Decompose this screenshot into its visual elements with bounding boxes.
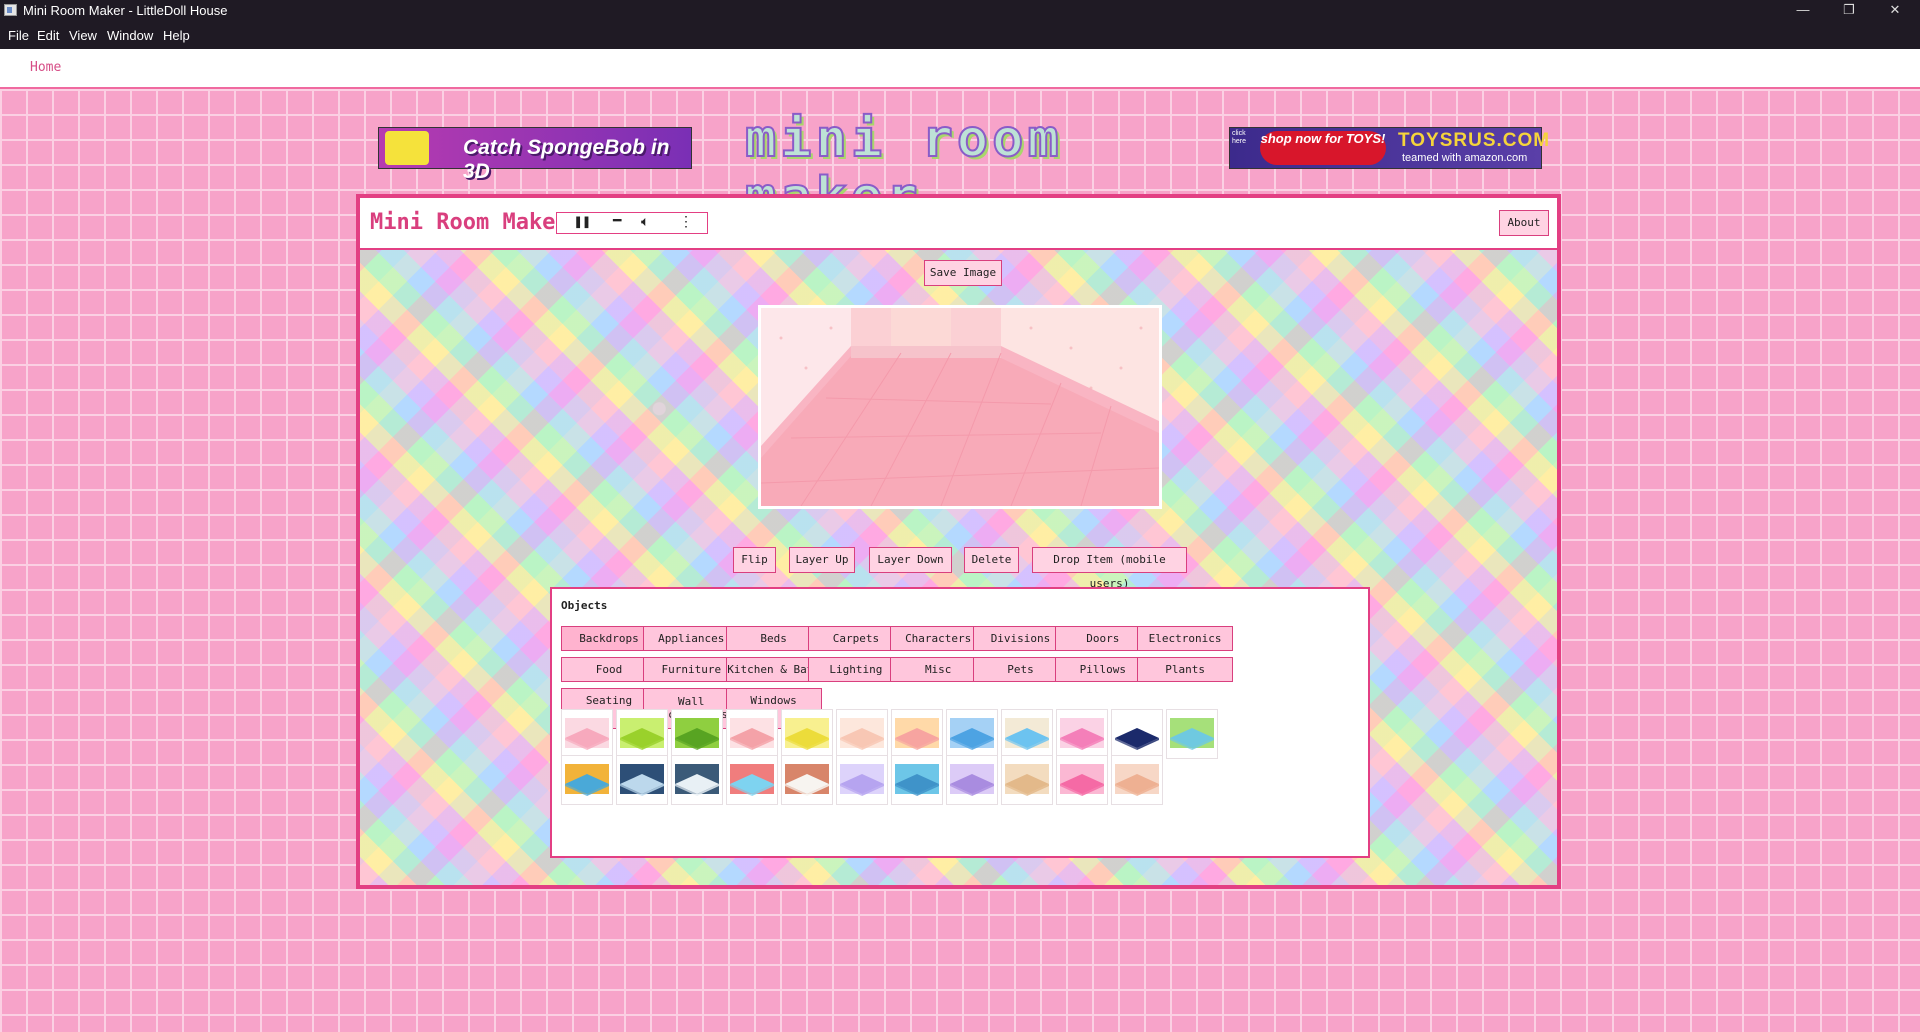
backdrop-preview bbox=[1115, 718, 1159, 750]
backdrop-preview bbox=[675, 764, 719, 796]
backdrop-thumb-beach[interactable] bbox=[1001, 709, 1053, 759]
more-vertical-icon[interactable]: ⋮ bbox=[679, 214, 693, 230]
pause-icon[interactable]: ❚❚ bbox=[574, 214, 591, 230]
volume-icon[interactable]: 🔈︎ bbox=[641, 214, 649, 230]
menu-file[interactable]: File bbox=[8, 28, 29, 43]
about-button[interactable]: About bbox=[1499, 210, 1549, 236]
backdrop-preview bbox=[895, 718, 939, 750]
backdrop-thumb-blue-stripes[interactable] bbox=[891, 755, 943, 805]
room-illustration bbox=[761, 308, 1159, 506]
layer-up-button[interactable]: Layer Up bbox=[789, 547, 855, 573]
backdrop-preview bbox=[1005, 718, 1049, 750]
backdrop-preview bbox=[620, 764, 664, 796]
backdrop-thumb-candy-room[interactable] bbox=[891, 709, 943, 759]
backdrop-thumb-rainbow[interactable] bbox=[726, 755, 778, 805]
backdrop-preview bbox=[675, 718, 719, 750]
backdrop-thumb-salmon[interactable] bbox=[1111, 755, 1163, 805]
backdrop-thumb-pink-room[interactable] bbox=[561, 709, 613, 759]
backdrop-thumb-yellow-field[interactable] bbox=[781, 709, 833, 759]
backdrop-preview bbox=[785, 718, 829, 750]
backdrop-thumb-night-sky[interactable] bbox=[1111, 709, 1163, 759]
category-electronics[interactable]: Electronics bbox=[1137, 626, 1234, 651]
backdrop-preview bbox=[840, 764, 884, 796]
menu-edit[interactable]: Edit bbox=[37, 28, 59, 43]
app-title: Mini Room Maker bbox=[370, 210, 569, 235]
backdrop-preview bbox=[565, 718, 609, 750]
backdrop-thumb-snow-hills[interactable] bbox=[671, 755, 723, 805]
app-frame: Mini Room Maker ❚❚ ━ 🔈︎ ⋮ About Save Ima… bbox=[356, 194, 1561, 889]
delete-button[interactable]: Delete bbox=[964, 547, 1019, 573]
home-link[interactable]: Home bbox=[30, 60, 61, 75]
backdrop-thumb-pink-pond[interactable] bbox=[726, 709, 778, 759]
backdrop-thumb-pink-tile[interactable] bbox=[1056, 709, 1108, 759]
backdrop-thumb-peach-room[interactable] bbox=[836, 709, 888, 759]
backdrop-preview bbox=[785, 764, 829, 796]
app-icon bbox=[4, 4, 17, 16]
site-logo: mini room maker bbox=[744, 109, 1063, 227]
spongebob-ad-banner[interactable]: Catch SpongeBob in 3D bbox=[378, 127, 692, 183]
backdrop-preview bbox=[1005, 764, 1049, 796]
backdrop-preview bbox=[1060, 764, 1104, 796]
music-player: ❚❚ ━ 🔈︎ ⋮ bbox=[556, 212, 708, 234]
backdrop-preview bbox=[1060, 718, 1104, 750]
room-canvas[interactable] bbox=[758, 305, 1162, 509]
backdrop-thumb-lavender[interactable] bbox=[836, 755, 888, 805]
backdrop-preview bbox=[895, 764, 939, 796]
toysrus-ad-banner[interactable]: click here shop now for TOYS! TOYSRUS.CO… bbox=[1229, 127, 1549, 169]
backdrop-thumb-blue-pool[interactable] bbox=[946, 709, 998, 759]
backdrop-thumb-kitchen[interactable] bbox=[781, 755, 833, 805]
restore-button[interactable]: ❐ bbox=[1826, 0, 1872, 22]
backdrop-thumb-sunset-beach[interactable] bbox=[561, 755, 613, 805]
backdrop-thumb-tan-room[interactable] bbox=[1001, 755, 1053, 805]
objects-panel: Objects Backdrops Appliances Beds Carpets Ch… bbox=[550, 587, 1370, 858]
minimize-button[interactable]: — bbox=[1780, 0, 1826, 22]
save-image-button[interactable]: Save Image bbox=[924, 260, 1002, 286]
objects-label: Objects bbox=[561, 599, 608, 612]
backdrop-preview bbox=[730, 718, 774, 750]
category-plants[interactable]: Plants bbox=[1137, 657, 1234, 682]
menu-view[interactable]: View bbox=[69, 28, 97, 43]
backdrop-thumb-ice[interactable] bbox=[616, 755, 668, 805]
backdrop-preview bbox=[840, 718, 884, 750]
menu-help[interactable]: Help bbox=[163, 28, 190, 43]
menu-bar: File Edit View Window Help bbox=[0, 22, 1920, 49]
backdrop-thumb-grass-lime[interactable] bbox=[616, 709, 668, 759]
spongebob-icon bbox=[385, 131, 429, 165]
backdrop-preview bbox=[565, 764, 609, 796]
backdrop-thumb-grass-green[interactable] bbox=[671, 709, 723, 759]
site-nav: Home bbox=[0, 49, 1920, 89]
shop-now-text: shop now for TOYS! bbox=[1260, 131, 1386, 165]
layer-down-button[interactable]: Layer Down bbox=[869, 547, 952, 573]
minus-icon[interactable]: ━ bbox=[613, 213, 621, 229]
window-title: Mini Room Maker - LittleDoll House bbox=[23, 3, 228, 18]
backdrop-preview bbox=[950, 764, 994, 796]
backdrop-thumb-hot-pink[interactable] bbox=[1056, 755, 1108, 805]
toysrus-brand-text: TOYSRUS.COM bbox=[1398, 130, 1551, 151]
spongebob-ad-text: Catch SpongeBob in 3D bbox=[463, 136, 670, 183]
flip-button[interactable]: Flip bbox=[733, 547, 776, 573]
click-here-text: click here bbox=[1232, 130, 1247, 145]
amazon-teamed-text: teamed with amazon.com bbox=[1402, 152, 1528, 164]
window-titlebar: Mini Room Maker - LittleDoll House — ❐ ✕ bbox=[0, 0, 1920, 22]
menu-window[interactable]: Window bbox=[107, 28, 153, 43]
backdrop-thumb-purple-dots[interactable] bbox=[946, 755, 998, 805]
backdrop-preview bbox=[730, 764, 774, 796]
app-header: Mini Room Maker ❚❚ ━ 🔈︎ ⋮ About bbox=[360, 198, 1557, 250]
backdrop-thumb-island[interactable] bbox=[1166, 709, 1218, 759]
backdrop-preview bbox=[1115, 764, 1159, 796]
drop-item-button[interactable]: Drop Item (mobile users) bbox=[1032, 547, 1187, 590]
close-button[interactable]: ✕ bbox=[1872, 0, 1918, 22]
backdrop-preview bbox=[620, 718, 664, 750]
backdrop-preview bbox=[1170, 718, 1214, 750]
backdrop-preview bbox=[950, 718, 994, 750]
